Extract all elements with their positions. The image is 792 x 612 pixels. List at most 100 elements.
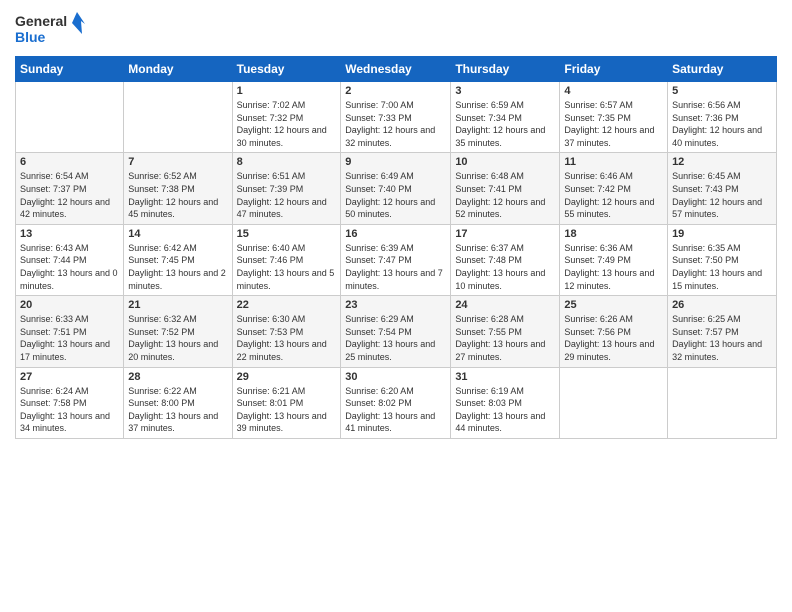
day-number: 1	[237, 85, 337, 97]
calendar-week-5: 27 Sunrise: 6:24 AM Sunset: 7:58 PM Dayli…	[16, 367, 777, 438]
day-info: Sunrise: 7:00 AM Sunset: 7:33 PM Dayligh…	[345, 99, 446, 149]
calendar-week-2: 6Sunrise: 6:54 AM Sunset: 7:37 PM Daylig…	[16, 153, 777, 224]
day-number: 26	[672, 299, 772, 311]
calendar-cell: 17Sunrise: 6:37 AM Sunset: 7:48 PM Dayli…	[451, 224, 560, 295]
day-info: Sunrise: 6:43 AM Sunset: 7:44 PM Dayligh…	[20, 242, 119, 292]
calendar-cell: 16 Sunrise: 6:39 AM Sunset: 7:47 PM Dayli…	[341, 224, 451, 295]
day-number: 9	[345, 156, 446, 168]
calendar-table: SundayMondayTuesdayWednesdayThursdayFrid…	[15, 56, 777, 439]
logo-svg: General Blue	[15, 10, 85, 48]
calendar-cell: 20 Sunrise: 6:33 AM Sunset: 7:51 PM Dayli…	[16, 296, 124, 367]
weekday-header-saturday: Saturday	[668, 57, 777, 82]
day-number: 7	[128, 156, 227, 168]
calendar-week-1: 1 Sunrise: 7:02 AM Sunset: 7:32 PM Daylig…	[16, 82, 777, 153]
calendar-cell: 31 Sunrise: 6:19 AM Sunset: 8:03 PM Dayli…	[451, 367, 560, 438]
calendar-cell: 13Sunrise: 6:43 AM Sunset: 7:44 PM Dayli…	[16, 224, 124, 295]
day-info: Sunrise: 6:24 AM Sunset: 7:58 PM Dayligh…	[20, 385, 119, 435]
header: General Blue	[15, 10, 777, 48]
day-info: Sunrise: 6:49 AM Sunset: 7:40 PM Dayligh…	[345, 170, 446, 220]
calendar-cell: 19Sunrise: 6:35 AM Sunset: 7:50 PM Dayli…	[668, 224, 777, 295]
day-number: 22	[237, 299, 337, 311]
calendar-cell: 5 Sunrise: 6:56 AM Sunset: 7:36 PM Daylig…	[668, 82, 777, 153]
calendar-cell: 10 Sunrise: 6:48 AM Sunset: 7:41 PM Dayli…	[451, 153, 560, 224]
calendar-cell: 22 Sunrise: 6:30 AM Sunset: 7:53 PM Dayli…	[232, 296, 341, 367]
day-info: Sunrise: 6:51 AM Sunset: 7:39 PM Dayligh…	[237, 170, 337, 220]
calendar-cell: 23Sunrise: 6:29 AM Sunset: 7:54 PM Dayli…	[341, 296, 451, 367]
calendar-cell: 30Sunrise: 6:20 AM Sunset: 8:02 PM Dayli…	[341, 367, 451, 438]
day-number: 4	[564, 85, 663, 97]
calendar-cell: 12Sunrise: 6:45 AM Sunset: 7:43 PM Dayli…	[668, 153, 777, 224]
day-info: Sunrise: 6:59 AM Sunset: 7:34 PM Dayligh…	[455, 99, 555, 149]
calendar-cell: 18 Sunrise: 6:36 AM Sunset: 7:49 PM Dayli…	[560, 224, 668, 295]
day-info: Sunrise: 6:21 AM Sunset: 8:01 PM Dayligh…	[237, 385, 337, 435]
weekday-header-thursday: Thursday	[451, 57, 560, 82]
weekday-header-row: SundayMondayTuesdayWednesdayThursdayFrid…	[16, 57, 777, 82]
weekday-header-wednesday: Wednesday	[341, 57, 451, 82]
day-info: Sunrise: 6:46 AM Sunset: 7:42 PM Dayligh…	[564, 170, 663, 220]
calendar-cell	[124, 82, 232, 153]
day-info: Sunrise: 6:20 AM Sunset: 8:02 PM Dayligh…	[345, 385, 446, 435]
day-info: Sunrise: 6:30 AM Sunset: 7:53 PM Dayligh…	[237, 313, 337, 363]
day-info: Sunrise: 6:33 AM Sunset: 7:51 PM Dayligh…	[20, 313, 119, 363]
day-info: Sunrise: 6:36 AM Sunset: 7:49 PM Dayligh…	[564, 242, 663, 292]
calendar-cell: 14Sunrise: 6:42 AM Sunset: 7:45 PM Dayli…	[124, 224, 232, 295]
day-number: 27	[20, 371, 119, 383]
day-info: Sunrise: 6:37 AM Sunset: 7:48 PM Dayligh…	[455, 242, 555, 292]
day-info: Sunrise: 6:39 AM Sunset: 7:47 PM Dayligh…	[345, 242, 446, 292]
day-info: Sunrise: 6:40 AM Sunset: 7:46 PM Dayligh…	[237, 242, 337, 292]
weekday-header-tuesday: Tuesday	[232, 57, 341, 82]
svg-text:General: General	[15, 13, 67, 29]
calendar-cell: 2Sunrise: 7:00 AM Sunset: 7:33 PM Daylig…	[341, 82, 451, 153]
day-number: 10	[455, 156, 555, 168]
calendar-cell: 9 Sunrise: 6:49 AM Sunset: 7:40 PM Daylig…	[341, 153, 451, 224]
day-number: 31	[455, 371, 555, 383]
calendar-cell: 7 Sunrise: 6:52 AM Sunset: 7:38 PM Daylig…	[124, 153, 232, 224]
calendar-cell: 1 Sunrise: 7:02 AM Sunset: 7:32 PM Daylig…	[232, 82, 341, 153]
day-info: Sunrise: 6:25 AM Sunset: 7:57 PM Dayligh…	[672, 313, 772, 363]
weekday-header-monday: Monday	[124, 57, 232, 82]
calendar-cell	[16, 82, 124, 153]
calendar-cell	[668, 367, 777, 438]
day-number: 23	[345, 299, 446, 311]
day-number: 16	[345, 228, 446, 240]
calendar-cell: 6Sunrise: 6:54 AM Sunset: 7:37 PM Daylig…	[16, 153, 124, 224]
day-number: 21	[128, 299, 227, 311]
calendar-cell: 21 Sunrise: 6:32 AM Sunset: 7:52 PM Dayli…	[124, 296, 232, 367]
logo: General Blue	[15, 10, 85, 48]
calendar-cell: 28 Sunrise: 6:22 AM Sunset: 8:00 PM Dayli…	[124, 367, 232, 438]
svg-text:Blue: Blue	[15, 29, 46, 45]
day-number: 15	[237, 228, 337, 240]
day-number: 18	[564, 228, 663, 240]
day-info: Sunrise: 6:45 AM Sunset: 7:43 PM Dayligh…	[672, 170, 772, 220]
calendar-cell: 26 Sunrise: 6:25 AM Sunset: 7:57 PM Dayli…	[668, 296, 777, 367]
page: General Blue SundayMondayTuesdayWednesda…	[0, 0, 792, 612]
calendar-week-3: 13Sunrise: 6:43 AM Sunset: 7:44 PM Dayli…	[16, 224, 777, 295]
calendar-cell: 24Sunrise: 6:28 AM Sunset: 7:55 PM Dayli…	[451, 296, 560, 367]
calendar-cell: 4 Sunrise: 6:57 AM Sunset: 7:35 PM Daylig…	[560, 82, 668, 153]
day-info: Sunrise: 6:32 AM Sunset: 7:52 PM Dayligh…	[128, 313, 227, 363]
day-number: 20	[20, 299, 119, 311]
day-info: Sunrise: 6:35 AM Sunset: 7:50 PM Dayligh…	[672, 242, 772, 292]
day-number: 29	[237, 371, 337, 383]
day-info: Sunrise: 6:56 AM Sunset: 7:36 PM Dayligh…	[672, 99, 772, 149]
day-number: 14	[128, 228, 227, 240]
day-info: Sunrise: 6:22 AM Sunset: 8:00 PM Dayligh…	[128, 385, 227, 435]
day-info: Sunrise: 6:52 AM Sunset: 7:38 PM Dayligh…	[128, 170, 227, 220]
calendar-cell: 27 Sunrise: 6:24 AM Sunset: 7:58 PM Dayli…	[16, 367, 124, 438]
day-number: 5	[672, 85, 772, 97]
day-info: Sunrise: 6:57 AM Sunset: 7:35 PM Dayligh…	[564, 99, 663, 149]
calendar-cell: 25Sunrise: 6:26 AM Sunset: 7:56 PM Dayli…	[560, 296, 668, 367]
day-info: Sunrise: 6:26 AM Sunset: 7:56 PM Dayligh…	[564, 313, 663, 363]
day-info: Sunrise: 6:54 AM Sunset: 7:37 PM Dayligh…	[20, 170, 119, 220]
day-info: Sunrise: 7:02 AM Sunset: 7:32 PM Dayligh…	[237, 99, 337, 149]
weekday-header-sunday: Sunday	[16, 57, 124, 82]
weekday-header-friday: Friday	[560, 57, 668, 82]
day-number: 8	[237, 156, 337, 168]
day-number: 24	[455, 299, 555, 311]
calendar-cell: 3Sunrise: 6:59 AM Sunset: 7:34 PM Daylig…	[451, 82, 560, 153]
calendar-cell: 15 Sunrise: 6:40 AM Sunset: 7:46 PM Dayli…	[232, 224, 341, 295]
day-number: 28	[128, 371, 227, 383]
day-info: Sunrise: 6:48 AM Sunset: 7:41 PM Dayligh…	[455, 170, 555, 220]
calendar-cell: 8 Sunrise: 6:51 AM Sunset: 7:39 PM Daylig…	[232, 153, 341, 224]
day-info: Sunrise: 6:19 AM Sunset: 8:03 PM Dayligh…	[455, 385, 555, 435]
